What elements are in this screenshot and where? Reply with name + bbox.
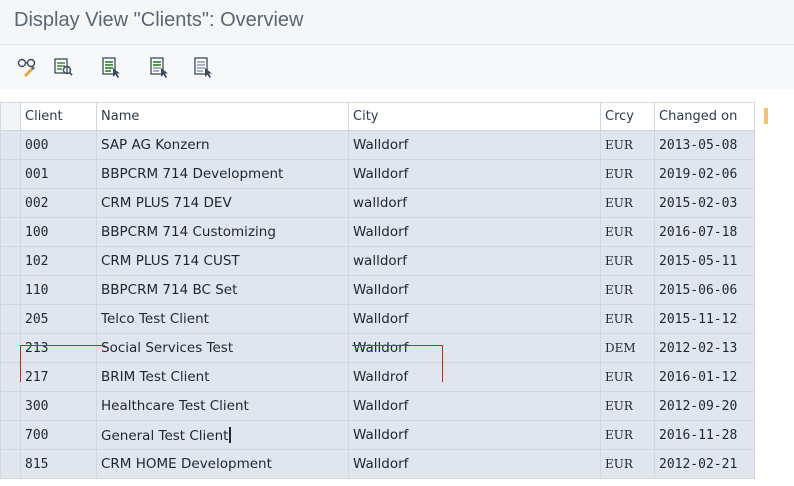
cell-changed-on[interactable]: 2019-02-06 bbox=[654, 159, 755, 189]
row-selector[interactable] bbox=[0, 362, 21, 392]
table-row: 102 CRM PLUS 714 CUST walldorf EUR 2015-… bbox=[0, 246, 755, 276]
cell-name[interactable]: BRIM Test Client bbox=[96, 362, 349, 392]
cell-name[interactable]: CRM HOME Development bbox=[96, 449, 349, 479]
cell-changed-on[interactable]: 2012-09-20 bbox=[654, 391, 755, 421]
cell-city[interactable]: Walldorf bbox=[348, 130, 601, 160]
page-title: Display View "Clients": Overview bbox=[14, 9, 304, 31]
cell-client[interactable]: 110 bbox=[20, 275, 97, 305]
cell-city[interactable]: Walldorf bbox=[348, 275, 601, 305]
column-header-crcy[interactable]: Crcy bbox=[600, 102, 655, 131]
row-selector[interactable] bbox=[0, 188, 21, 218]
table-header-row: Client Name City Crcy Changed on bbox=[0, 102, 755, 131]
table-row: 002 CRM PLUS 714 DEV walldorf EUR 2015-0… bbox=[0, 188, 755, 218]
cell-client[interactable]: 700 bbox=[20, 420, 97, 450]
annotation-bracket-right bbox=[352, 345, 443, 382]
table-row: 815 CRM HOME Development Walldorf EUR 20… bbox=[0, 449, 755, 479]
cell-crcy[interactable]: DEM bbox=[600, 333, 655, 363]
cell-crcy[interactable]: EUR bbox=[600, 362, 655, 392]
cell-client[interactable]: 102 bbox=[20, 246, 97, 276]
cell-crcy[interactable]: EUR bbox=[600, 188, 655, 218]
cell-crcy[interactable]: EUR bbox=[600, 449, 655, 479]
cell-name[interactable]: Telco Test Client bbox=[96, 304, 349, 334]
row-selector[interactable] bbox=[0, 246, 21, 276]
cell-name[interactable]: General Test Client bbox=[96, 420, 349, 450]
table-row: 100 BBPCRM 714 Customizing Walldorf EUR … bbox=[0, 217, 755, 247]
cell-name[interactable]: SAP AG Konzern bbox=[96, 130, 349, 160]
cell-city[interactable]: Walldorf bbox=[348, 449, 601, 479]
cell-changed-on[interactable]: 2016-11-28 bbox=[654, 420, 755, 450]
table-row: 300 Healthcare Test Client Walldorf EUR … bbox=[0, 391, 755, 421]
cell-crcy[interactable]: EUR bbox=[600, 130, 655, 160]
cell-client[interactable]: 100 bbox=[20, 217, 97, 247]
table-row: 000 SAP AG Konzern Walldorf EUR 2013-05-… bbox=[0, 130, 755, 160]
row-selector[interactable] bbox=[0, 449, 21, 479]
cell-name[interactable]: CRM PLUS 714 CUST bbox=[96, 246, 349, 276]
cell-client[interactable]: 300 bbox=[20, 391, 97, 421]
cell-changed-on[interactable]: 2015-06-06 bbox=[654, 275, 755, 305]
cell-client[interactable]: 001 bbox=[20, 159, 97, 189]
cell-changed-on[interactable]: 2012-02-21 bbox=[654, 449, 755, 479]
cell-client[interactable]: 815 bbox=[20, 449, 97, 479]
deselect-all-icon[interactable] bbox=[192, 56, 214, 78]
column-header-client[interactable]: Client bbox=[20, 102, 97, 131]
row-selector[interactable] bbox=[0, 333, 21, 363]
row-selector[interactable] bbox=[0, 304, 21, 334]
row-selector[interactable] bbox=[0, 159, 21, 189]
cell-changed-on[interactable]: 2016-07-18 bbox=[654, 217, 755, 247]
cell-city[interactable]: Walldorf bbox=[348, 304, 601, 334]
table-row: 205 Telco Test Client Walldorf EUR 2015-… bbox=[0, 304, 755, 334]
cell-name[interactable]: CRM PLUS 714 DEV bbox=[96, 188, 349, 218]
table-row: 110 BBPCRM 714 BC Set Walldorf EUR 2015-… bbox=[0, 275, 755, 305]
row-selector[interactable] bbox=[0, 275, 21, 305]
cell-name[interactable]: BBPCRM 714 Development bbox=[96, 159, 349, 189]
select-all-icon[interactable] bbox=[100, 56, 122, 78]
clients-table: Client Name City Crcy Changed on 000 SAP… bbox=[0, 102, 794, 486]
column-header-changed-on[interactable]: Changed on bbox=[654, 102, 755, 131]
title-bar: Display View "Clients": Overview bbox=[0, 0, 794, 45]
cell-changed-on[interactable]: 2016-01-12 bbox=[654, 362, 755, 392]
row-selector[interactable] bbox=[0, 391, 21, 421]
table-row: 700 General Test Client Walldorf EUR 201… bbox=[0, 420, 755, 450]
column-header-name[interactable]: Name bbox=[96, 102, 349, 131]
column-header-city[interactable]: City bbox=[348, 102, 601, 131]
cell-city[interactable]: Walldorf bbox=[348, 159, 601, 189]
cell-client[interactable]: 002 bbox=[20, 188, 97, 218]
cell-crcy[interactable]: EUR bbox=[600, 159, 655, 189]
cell-crcy[interactable]: EUR bbox=[600, 304, 655, 334]
select-all-corner[interactable] bbox=[0, 102, 21, 131]
cell-crcy[interactable]: EUR bbox=[600, 246, 655, 276]
cell-city[interactable]: Walldorf bbox=[348, 420, 601, 450]
cell-changed-on[interactable]: 2015-05-11 bbox=[654, 246, 755, 276]
cell-crcy[interactable]: EUR bbox=[600, 420, 655, 450]
row-selector[interactable] bbox=[0, 217, 21, 247]
cell-city[interactable]: Walldorf bbox=[348, 217, 601, 247]
cell-client[interactable]: 000 bbox=[20, 130, 97, 160]
text-cursor bbox=[229, 426, 232, 443]
cell-city[interactable]: walldorf bbox=[348, 246, 601, 276]
cell-crcy[interactable]: EUR bbox=[600, 391, 655, 421]
column-resize-marker bbox=[764, 108, 768, 124]
cell-crcy[interactable]: EUR bbox=[600, 275, 655, 305]
annotation-bracket-left bbox=[20, 345, 105, 382]
cell-name-text: General Test Client bbox=[101, 427, 229, 444]
cell-changed-on[interactable]: 2013-05-08 bbox=[654, 130, 755, 160]
toolbar bbox=[0, 45, 794, 89]
cell-changed-on[interactable]: 2012-02-13 bbox=[654, 333, 755, 363]
cell-changed-on[interactable]: 2015-02-03 bbox=[654, 188, 755, 218]
cell-crcy[interactable]: EUR bbox=[600, 217, 655, 247]
glasses-icon[interactable] bbox=[16, 56, 38, 78]
cell-name[interactable]: BBPCRM 714 BC Set bbox=[96, 275, 349, 305]
cell-client[interactable]: 205 bbox=[20, 304, 97, 334]
cell-changed-on[interactable]: 2015-11-12 bbox=[654, 304, 755, 334]
select-block-icon[interactable] bbox=[148, 56, 170, 78]
cell-name[interactable]: Social Services Test bbox=[96, 333, 349, 363]
row-selector[interactable] bbox=[0, 420, 21, 450]
cell-name[interactable]: BBPCRM 714 Customizing bbox=[96, 217, 349, 247]
cell-name[interactable]: Healthcare Test Client bbox=[96, 391, 349, 421]
row-selector[interactable] bbox=[0, 130, 21, 160]
cell-city[interactable]: Walldorf bbox=[348, 391, 601, 421]
detail-view-icon[interactable] bbox=[52, 56, 74, 78]
table-row: 001 BBPCRM 714 Development Walldorf EUR … bbox=[0, 159, 755, 189]
cell-city[interactable]: walldorf bbox=[348, 188, 601, 218]
